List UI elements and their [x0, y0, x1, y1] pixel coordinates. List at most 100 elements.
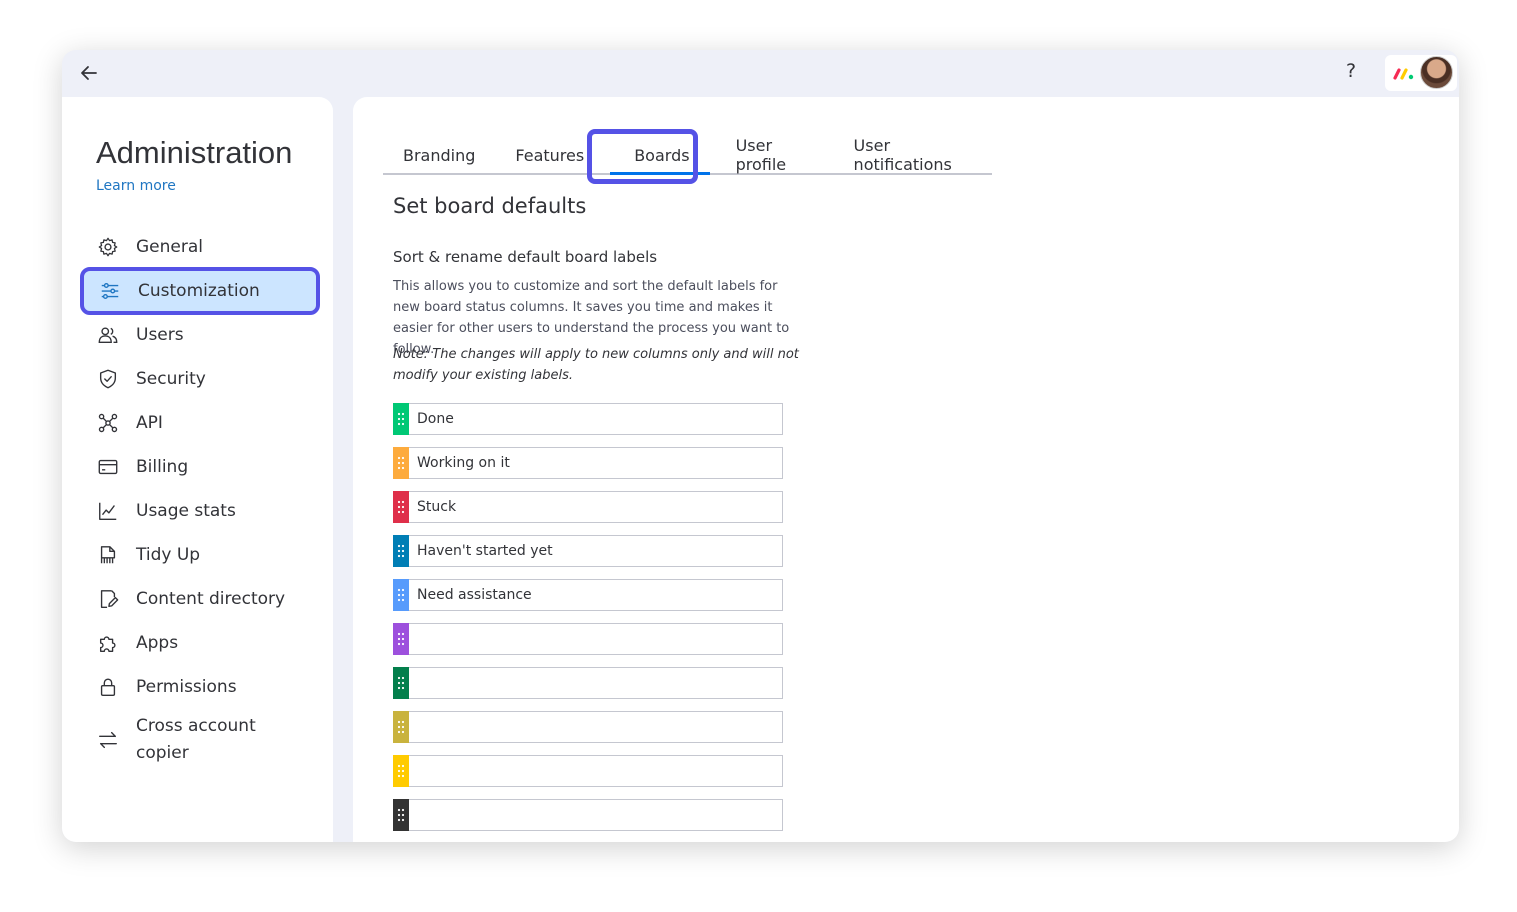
learn-more-link[interactable]: Learn more: [96, 178, 176, 194]
tab-boards[interactable]: Boards: [604, 137, 715, 175]
avatar[interactable]: [1420, 56, 1453, 89]
label-row: [393, 491, 783, 523]
sidebar-item-label: Security: [136, 369, 206, 389]
sidebar-item-tidy-up[interactable]: Tidy Up: [82, 533, 316, 577]
drag-dots-icon: [397, 456, 405, 470]
gear-icon: [96, 235, 120, 259]
tab-bar: Branding Features Boards User profile Us…: [383, 136, 992, 175]
drag-dots-icon: [397, 588, 405, 602]
sidebar-item-general[interactable]: General: [82, 225, 316, 269]
page-title: Administration: [96, 135, 293, 170]
tab-user-notifications[interactable]: User notifications: [834, 136, 992, 174]
drag-handle[interactable]: [393, 799, 409, 831]
sidebar-nav: General Customization Users Security API…: [80, 225, 320, 771]
label-input[interactable]: [409, 492, 782, 522]
swap-arrows-icon: [96, 728, 120, 752]
sidebar-item-content-directory[interactable]: Content directory: [82, 577, 316, 621]
api-icon: [96, 411, 120, 435]
section-note: Note: The changes will apply to new colu…: [393, 347, 799, 383]
sidebar-item-label: General: [136, 237, 203, 257]
tab-features[interactable]: Features: [495, 137, 604, 173]
top-bar: ?: [62, 50, 1459, 97]
tab-user-profile[interactable]: User profile: [716, 136, 834, 174]
label-line-1: Cross account: [136, 716, 256, 736]
sidebar-item-label: Apps: [136, 633, 179, 653]
drag-handle[interactable]: [393, 447, 409, 479]
section-subheading: Sort & rename default board labels: [393, 248, 658, 266]
sidebar-item-label: Tidy Up: [136, 545, 201, 565]
main-panel: Branding Features Boards User profile Us…: [353, 97, 1459, 842]
label-input[interactable]: [409, 624, 782, 654]
label-row: [393, 447, 783, 479]
section-heading: Set board defaults: [393, 194, 587, 218]
lock-icon: [96, 675, 120, 699]
drag-dots-icon: [397, 500, 405, 514]
credit-card-icon: [96, 455, 120, 479]
label-row: [393, 667, 783, 699]
app-window: ? Administration Learn more General Cust…: [62, 50, 1459, 842]
users-icon: [96, 323, 120, 347]
label-row: [393, 403, 783, 435]
sidebar-item-label: Users: [136, 325, 184, 345]
sidebar-item-security[interactable]: Security: [82, 357, 316, 401]
sidebar-item-label: API: [136, 413, 163, 433]
drag-handle[interactable]: [393, 535, 409, 567]
drag-handle[interactable]: [393, 491, 409, 523]
drag-handle[interactable]: [393, 711, 409, 743]
label-list: [393, 403, 783, 842]
drag-dots-icon: [397, 412, 405, 426]
sliders-icon: [98, 279, 122, 303]
drag-handle[interactable]: [393, 755, 409, 787]
drag-handle[interactable]: [393, 667, 409, 699]
drag-dots-icon: [397, 720, 405, 734]
label-input[interactable]: [409, 448, 782, 478]
sidebar-item-apps[interactable]: Apps: [82, 621, 316, 665]
drag-dots-icon: [397, 764, 405, 778]
sidebar-item-users[interactable]: Users: [82, 313, 316, 357]
label-row: [393, 755, 783, 787]
drag-handle[interactable]: [393, 579, 409, 611]
sidebar-item-permissions[interactable]: Permissions: [82, 665, 316, 709]
label-row: [393, 623, 783, 655]
label-input[interactable]: [409, 404, 782, 434]
drag-handle[interactable]: [393, 403, 409, 435]
label-input[interactable]: [409, 800, 782, 830]
sidebar-item-billing[interactable]: Billing: [82, 445, 316, 489]
sidebar-item-label: Customization: [138, 281, 260, 301]
label-line-2: copier: [136, 743, 189, 763]
line-chart-icon: [96, 499, 120, 523]
sidebar-item-usage-stats[interactable]: Usage stats: [82, 489, 316, 533]
sidebar-item-label: Permissions: [136, 677, 237, 697]
drag-dots-icon: [397, 676, 405, 690]
tab-branding[interactable]: Branding: [383, 137, 495, 173]
label-row: [393, 579, 783, 611]
drag-dots-icon: [397, 808, 405, 822]
label-input[interactable]: [409, 580, 782, 610]
monday-logo-icon: [1393, 68, 1414, 80]
sidebar-item-label: Billing: [136, 457, 189, 477]
account-area: [1385, 55, 1457, 91]
sidebar-item-label: Content directory: [136, 589, 286, 609]
label-input[interactable]: [409, 668, 782, 698]
label-row: [393, 711, 783, 743]
help-icon[interactable]: ?: [1346, 60, 1356, 82]
sidebar-item-customization[interactable]: Customization: [80, 267, 320, 315]
label-input[interactable]: [409, 712, 782, 742]
shield-icon: [96, 367, 120, 391]
sidebar-item-cross-account-copier[interactable]: Cross account copier: [82, 709, 316, 771]
back-arrow-icon[interactable]: [78, 62, 100, 84]
label-input[interactable]: [409, 756, 782, 786]
label-row: [393, 799, 783, 831]
drag-handle[interactable]: [393, 623, 409, 655]
puzzle-icon: [96, 631, 120, 655]
sidebar: Administration Learn more General Custom…: [62, 97, 333, 842]
drag-dots-icon: [397, 632, 405, 646]
drag-dots-icon: [397, 544, 405, 558]
label-row: [393, 535, 783, 567]
label-input[interactable]: [409, 536, 782, 566]
document-edit-icon: [96, 587, 120, 611]
sidebar-item-label: Cross account copier: [136, 713, 256, 767]
sidebar-item-label: Usage stats: [136, 501, 236, 521]
broom-document-icon: [96, 543, 120, 567]
sidebar-item-api[interactable]: API: [82, 401, 316, 445]
